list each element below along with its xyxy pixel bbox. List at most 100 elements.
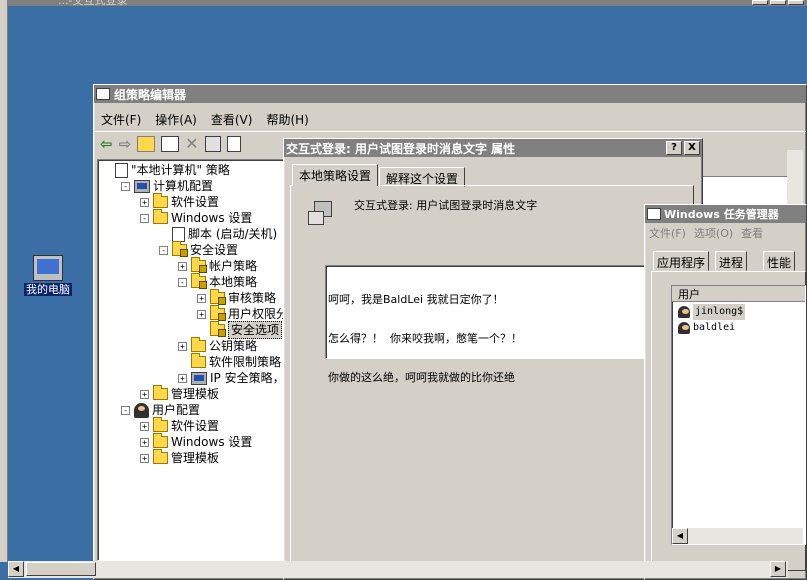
expand-icon[interactable]: +: [178, 261, 187, 271]
tree-node[interactable]: - 用户配置: [121, 402, 200, 418]
collapse-icon[interactable]: -: [178, 277, 187, 287]
folder-icon: [153, 433, 168, 448]
tree-node-label: 帐户策略: [209, 259, 258, 273]
taskmgr-tab-performance[interactable]: 性能: [763, 251, 796, 271]
tree-node[interactable]: + 管理模板: [140, 385, 220, 402]
folder-icon: [153, 417, 168, 432]
my-computer-icon: [33, 255, 63, 281]
policy-name: 交互式登录: 用户试图登录时消息文字: [354, 199, 538, 212]
tree-node-label: 审核策略: [228, 291, 277, 305]
tab-local-policy-setting[interactable]: 本地策略设置: [292, 164, 379, 186]
tree-node[interactable]: - 安全设置: [159, 241, 239, 258]
expand-icon[interactable]: +: [140, 197, 149, 207]
hscroll-right-arrow-icon[interactable]: ▶: [770, 561, 786, 577]
gpedit-menubar: 文件(F) 操作(A) 查看(V) 帮助(H): [94, 109, 806, 129]
menu-help[interactable]: 帮助(H): [259, 111, 315, 128]
tree-node[interactable]: - 计算机配置: [121, 178, 213, 194]
expand-icon[interactable]: +: [140, 389, 149, 399]
gpedit-app-icon: [96, 88, 110, 100]
taskmgr-titlebar: Windows 任务管理器: [645, 205, 806, 223]
taskmgr-menu-view[interactable]: 查看: [737, 225, 767, 241]
tree-node[interactable]: 软件限制策略: [178, 353, 282, 370]
collapse-icon[interactable]: -: [140, 213, 149, 223]
dialog-help-button[interactable]: ?: [666, 141, 682, 155]
users-column-header[interactable]: 用户: [672, 286, 805, 302]
tree-node[interactable]: + 用户权限分配: [197, 305, 284, 322]
tree-node[interactable]: - Windows 设置: [140, 209, 252, 226]
taskmgr-menu-file[interactable]: 文件(F): [645, 225, 690, 241]
tree-node-label: 安全设置: [190, 243, 239, 257]
show-hide-tree-icon[interactable]: [161, 135, 180, 152]
tree-node-label: 计算机配置: [153, 179, 214, 193]
tree-node[interactable]: 脚本 (启动/关机): [159, 226, 277, 242]
tree-node-label: 软件限制策略: [209, 355, 282, 369]
hscroll-thumb[interactable]: [26, 562, 96, 576]
users-list-hscroll[interactable]: ◀: [672, 528, 803, 544]
dialog-close-button[interactable]: X: [684, 141, 700, 155]
tree-node[interactable]: + 软件设置: [140, 417, 219, 434]
properties-dialog: 交互式登录: 用户试图登录时消息文字 属性 ? X 本地策略设置 解释这个设置 …: [283, 138, 703, 580]
list-item[interactable]: baldlei: [678, 320, 735, 336]
desktop-left-frame: [0, 0, 8, 562]
tree-node[interactable]: + 帐户策略: [178, 257, 258, 274]
top-window-title: ...-交互式登录: [58, 0, 128, 7]
tree-node-label: 本地策略: [209, 275, 258, 289]
users-column-header-label: 用户: [678, 288, 700, 301]
menu-file[interactable]: 文件(F): [94, 111, 148, 128]
taskmgr-icon: [647, 208, 661, 220]
user-config-icon: [134, 402, 149, 418]
doc-icon: [115, 162, 128, 178]
folder-icon: [153, 449, 168, 464]
tree-node[interactable]: 安全选项: [197, 321, 283, 339]
menu-view[interactable]: 查看(V): [204, 111, 260, 128]
folder-icon: [153, 193, 168, 208]
desktop-icon-my-computer[interactable]: 我的电脑: [18, 255, 78, 297]
desktop-hscroll[interactable]: ◀ ▶: [8, 561, 788, 578]
tab-explain[interactable]: 解释这个设置: [379, 167, 466, 187]
logon-message-textarea[interactable]: 呵呵，我是BaldLei 我就日定你了！ 怎么得？！ 你来咬我啊，憋笔一个？！ …: [325, 265, 645, 384]
collapse-icon[interactable]: -: [121, 181, 130, 191]
tab-local-policy-label: 本地策略设置: [299, 169, 372, 183]
taskmgr-tab-applications[interactable]: 应用程序: [653, 251, 710, 271]
top-maximize-button[interactable]: [770, 0, 786, 5]
hscroll-left-arrow-icon[interactable]: ◀: [8, 561, 24, 577]
expand-icon[interactable]: +: [197, 309, 206, 319]
tree-node[interactable]: + Windows 设置: [140, 433, 252, 450]
taskmgr-tab-processes[interactable]: 进程: [715, 251, 748, 271]
top-close-button[interactable]: [788, 0, 804, 5]
taskmgr-menu-options[interactable]: 选项(O): [690, 225, 737, 241]
delete-icon[interactable]: ✕: [185, 134, 198, 153]
collapse-icon[interactable]: -: [159, 245, 168, 255]
tree-node[interactable]: - 本地策略: [178, 273, 258, 290]
top-minimize-button[interactable]: [752, 0, 768, 5]
up-folder-icon[interactable]: [137, 135, 156, 152]
back-arrow-icon[interactable]: ⇦: [100, 135, 113, 153]
tree-node[interactable]: + 软件设置: [140, 193, 219, 210]
security-folder-icon: [191, 273, 207, 289]
expand-icon[interactable]: +: [197, 293, 206, 303]
expand-icon[interactable]: +: [140, 437, 149, 447]
menu-action[interactable]: 操作(A): [148, 111, 204, 128]
expand-icon[interactable]: +: [140, 421, 149, 431]
tree-node[interactable]: "本地计算机" 策略: [102, 162, 230, 178]
security-folder-icon: [172, 241, 188, 257]
properties-icon[interactable]: [204, 135, 221, 152]
expand-icon[interactable]: +: [178, 341, 187, 351]
message-line: 呵呵，我是BaldLei 我就日定你了！: [328, 293, 504, 306]
gpedit-title: 组策略编辑器: [114, 87, 187, 102]
tree-node[interactable]: + 公钥策略: [178, 337, 257, 354]
user-icon: [678, 322, 690, 334]
expand-icon[interactable]: +: [178, 373, 187, 383]
expand-icon[interactable]: +: [140, 453, 149, 463]
tree-node[interactable]: + IP 安全策略，在: [178, 370, 284, 386]
forward-arrow-icon[interactable]: ⇨: [119, 135, 132, 153]
list-item[interactable]: jinlong$: [678, 304, 746, 320]
collapse-icon[interactable]: -: [121, 405, 130, 415]
tree-node-label: 安全选项: [228, 321, 283, 339]
tree-node-label: 管理模板: [171, 387, 220, 401]
users-list: 用户 jinlong$ baldlei ◀: [671, 285, 806, 545]
export-list-icon[interactable]: [226, 135, 241, 152]
scroll-left-arrow-icon[interactable]: ◀: [672, 528, 688, 544]
tree-node[interactable]: + 审核策略: [197, 289, 277, 306]
tree-node[interactable]: + 管理模板: [140, 449, 219, 466]
